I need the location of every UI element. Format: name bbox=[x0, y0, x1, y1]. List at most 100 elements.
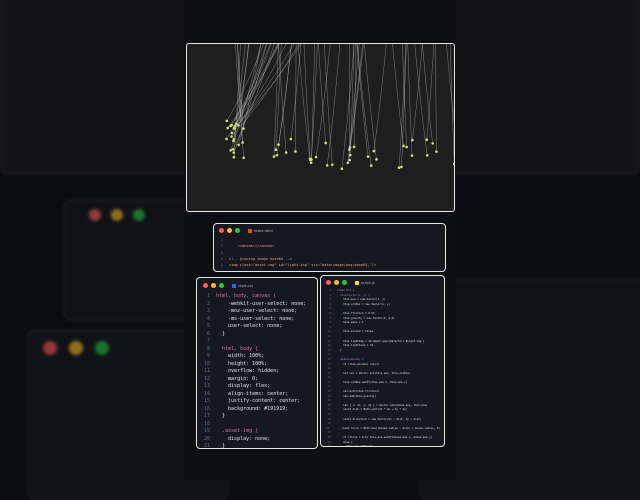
code-text: -ms-user-select: none; bbox=[216, 316, 294, 324]
line-number: 16 bbox=[201, 406, 210, 414]
code-text: user-select: none; bbox=[216, 323, 282, 331]
light-dot bbox=[398, 166, 401, 169]
code-line: 10 height: 100%; bbox=[201, 361, 313, 369]
minimize-button[interactable] bbox=[227, 228, 232, 233]
code-text: <canvas></canvas> bbox=[229, 243, 274, 249]
light-dot bbox=[276, 154, 279, 157]
light-dot bbox=[275, 148, 278, 151]
light-dot bbox=[431, 142, 434, 145]
code-text: overflow: hidden; bbox=[216, 368, 279, 376]
light-string bbox=[408, 44, 412, 156]
light-dot bbox=[242, 156, 245, 159]
code-text: display: flex; bbox=[216, 383, 270, 391]
minimize-button[interactable] bbox=[211, 283, 216, 288]
light-dot bbox=[411, 139, 414, 142]
js-editor-window: script.js 1class Dot {2 constructor(x, y… bbox=[320, 275, 445, 447]
light-dot bbox=[370, 164, 373, 167]
code-line: 21 } bbox=[201, 443, 313, 449]
code-line: 3 -moz-user-select: none; bbox=[201, 308, 313, 316]
code-text: this.oldPos = new Vector(x, y) bbox=[337, 303, 390, 308]
light-string bbox=[277, 44, 291, 155]
line-number: 5 bbox=[201, 323, 210, 331]
light-dot bbox=[341, 167, 344, 170]
light-dot bbox=[425, 138, 428, 141]
light-dot bbox=[231, 132, 234, 135]
code-line: 1html, body, canvas { bbox=[201, 293, 313, 301]
background-canvas bbox=[0, 0, 200, 174]
line-number: 1 bbox=[201, 293, 210, 301]
close-button[interactable] bbox=[203, 283, 208, 288]
code-text: background: #191919; bbox=[216, 406, 288, 414]
code-line: 7 bbox=[201, 338, 313, 346]
line-number: 35 bbox=[325, 445, 331, 447]
code-text: } bbox=[216, 331, 225, 339]
code-line: 17 } bbox=[201, 413, 313, 421]
light-dot bbox=[435, 150, 438, 153]
line-number: 2 bbox=[201, 301, 210, 309]
code-text: this.oldPos.setXY(this.pos.x, this.pos.y… bbox=[337, 381, 407, 386]
light-string bbox=[374, 44, 386, 151]
code-text: justify-content: center; bbox=[216, 398, 300, 406]
light-dot bbox=[226, 127, 229, 130]
line-number: 9 bbox=[201, 353, 210, 361]
light-dot bbox=[331, 163, 334, 166]
line-number: 20 bbox=[201, 436, 210, 444]
html-file-icon bbox=[248, 229, 252, 233]
light-string bbox=[311, 44, 314, 160]
light-dot bbox=[237, 144, 240, 147]
light-dot bbox=[411, 154, 414, 157]
code-text: width: 100%; bbox=[216, 353, 264, 361]
light-dot bbox=[233, 156, 236, 159]
code-line: 8 html, body { bbox=[201, 346, 313, 354]
line-number: 11 bbox=[201, 368, 210, 376]
code-text: let vel = Vector.sub(this.pos, this.oldP… bbox=[337, 372, 410, 377]
code-text: this.mass = 1 bbox=[337, 321, 364, 326]
code-line: 18 bbox=[201, 421, 313, 429]
code-text: display: none; bbox=[216, 436, 270, 444]
maximize-button[interactable] bbox=[342, 280, 347, 285]
code-text: margin: 0; bbox=[216, 376, 258, 384]
code-line: 9 width: 100%; bbox=[201, 353, 313, 361]
light-dot bbox=[353, 146, 356, 149]
line-number: 10 bbox=[201, 361, 210, 369]
code-line: 5<img class="asset-img" id="light-img" s… bbox=[218, 262, 441, 268]
light-string bbox=[231, 44, 298, 137]
light-string bbox=[298, 44, 310, 159]
html-editor-window: index.html 12 <canvas></canvas>34<!-- gl… bbox=[213, 223, 446, 272]
code-text: const force = Math.max((mouse.radius - d… bbox=[335, 427, 440, 432]
light-string bbox=[357, 44, 368, 157]
code-text: this.lightSize = 15 bbox=[337, 344, 373, 349]
line-number: 13 bbox=[201, 383, 210, 391]
code-line: 15 justify-content: center; bbox=[201, 398, 313, 406]
line-number: 7 bbox=[201, 338, 210, 346]
light-dot bbox=[375, 158, 378, 161]
light-canvas-preview[interactable] bbox=[186, 43, 455, 212]
line-number: 4 bbox=[201, 316, 210, 324]
light-dot bbox=[324, 142, 327, 145]
line-number: 17 bbox=[201, 413, 210, 421]
light-string bbox=[401, 44, 406, 167]
light-dot bbox=[273, 155, 276, 158]
filename: script.js bbox=[361, 281, 375, 285]
light-dot bbox=[232, 148, 235, 151]
line-number: 12 bbox=[201, 376, 210, 384]
code-line: 5 user-select: none; bbox=[201, 323, 313, 331]
line-number: 21 bbox=[201, 443, 210, 449]
maximize-button[interactable] bbox=[219, 283, 224, 288]
filename: index.html bbox=[254, 229, 273, 233]
close-button[interactable] bbox=[326, 280, 331, 285]
code-line: 14 align-items: center; bbox=[201, 391, 313, 399]
light-dot bbox=[285, 151, 288, 154]
light-dot bbox=[225, 138, 228, 141]
light-dot bbox=[453, 163, 455, 166]
light-dot bbox=[400, 166, 403, 169]
code-text: this.pos.add(vel) bbox=[337, 445, 373, 447]
string-lights-canvas[interactable] bbox=[187, 44, 455, 212]
code-line: 11 overflow: hidden; bbox=[201, 368, 313, 376]
css-editor-window: style.css 1html, body, canvas {2 -webkit… bbox=[196, 277, 318, 449]
light-dot bbox=[226, 120, 229, 123]
close-button[interactable] bbox=[219, 228, 224, 233]
minimize-button[interactable] bbox=[334, 280, 339, 285]
light-string bbox=[231, 44, 261, 150]
maximize-button[interactable] bbox=[235, 228, 240, 233]
